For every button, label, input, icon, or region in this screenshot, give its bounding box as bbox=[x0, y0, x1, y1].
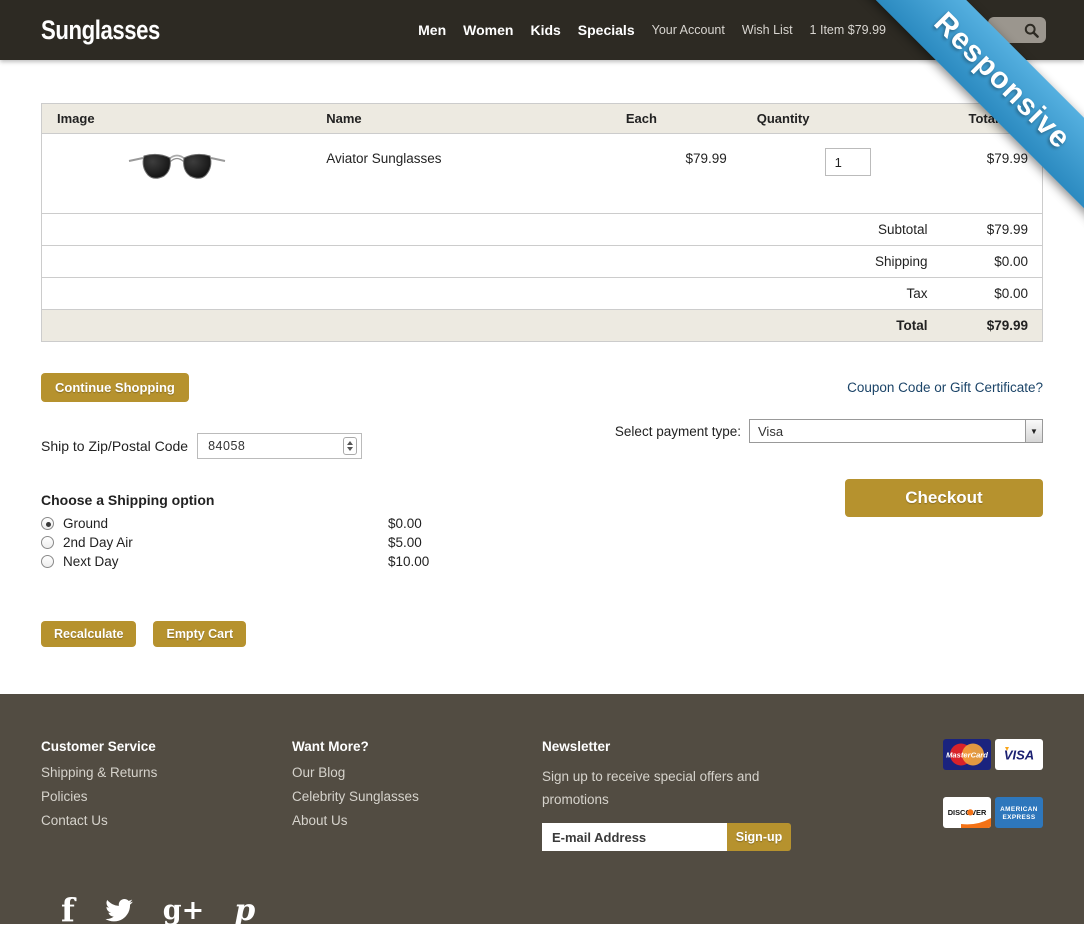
col-header-quantity: Quantity bbox=[741, 103, 954, 134]
svg-text:MasterCard: MasterCard bbox=[946, 751, 988, 760]
signup-button[interactable]: Sign-up bbox=[727, 823, 791, 851]
nav-item-wish-list[interactable]: Wish List bbox=[742, 23, 793, 37]
nav-item-men[interactable]: Men bbox=[418, 22, 446, 38]
item-each-price: $79.99 bbox=[610, 133, 742, 214]
product-name[interactable]: Aviator Sunglasses bbox=[311, 133, 611, 214]
footer: Customer Service Shipping & Returns Poli… bbox=[0, 694, 1084, 929]
summary-row-shipping: Shipping $0.00 bbox=[41, 245, 1043, 278]
col-header-name: Name bbox=[311, 103, 611, 134]
product-image-aviator-sunglasses[interactable] bbox=[127, 153, 227, 189]
shipping-options-title: Choose a Shipping option bbox=[41, 492, 215, 508]
cart-table: Image Name Each Quantity Total Aviator S… bbox=[41, 103, 1043, 342]
footer-heading: Want More? bbox=[292, 739, 369, 754]
shipping-option-price: $10.00 bbox=[388, 554, 430, 569]
payment-select[interactable]: Visa ▼ bbox=[749, 419, 1043, 443]
twitter-icon[interactable] bbox=[105, 898, 133, 922]
nav-item-specials[interactable]: Specials bbox=[578, 22, 635, 38]
footer-link-shipping-returns[interactable]: Shipping & Returns bbox=[41, 765, 292, 780]
radio-next-day[interactable] bbox=[41, 555, 54, 568]
payment-selected-value: Visa bbox=[758, 423, 784, 439]
radio-2nd-day-air[interactable] bbox=[41, 536, 54, 549]
chevron-down-icon: ▼ bbox=[1025, 420, 1042, 442]
nav-cart-summary[interactable]: 1 Item $79.99 bbox=[810, 23, 886, 37]
shipping-option-ground: Ground $0.00 bbox=[41, 514, 461, 533]
recalculate-button[interactable]: Recalculate bbox=[41, 621, 137, 647]
item-total-price: $79.99 bbox=[953, 133, 1043, 214]
summary-row-subtotal: Subtotal $79.99 bbox=[41, 213, 1043, 246]
summary-row-tax: Tax $0.00 bbox=[41, 277, 1043, 310]
footer-column-want-more: Want More? Our Blog Celebrity Sunglasses… bbox=[292, 739, 542, 851]
facebook-icon[interactable]: f bbox=[61, 891, 75, 929]
col-header-total: Total bbox=[953, 103, 1043, 134]
svg-text:VISA: VISA bbox=[1004, 748, 1034, 763]
brand-logo[interactable]: Sunglasses bbox=[41, 15, 160, 46]
mastercard-icon: MasterCard bbox=[943, 739, 991, 770]
col-header-each: Each bbox=[610, 103, 742, 134]
footer-link-about-us[interactable]: About Us bbox=[292, 813, 542, 828]
footer-link-our-blog[interactable]: Our Blog bbox=[292, 765, 542, 780]
social-icons: f g+ p bbox=[41, 891, 1043, 929]
shipping-label: Shipping bbox=[41, 245, 954, 278]
footer-link-celebrity-sunglasses[interactable]: Celebrity Sunglasses bbox=[292, 789, 542, 804]
stepper-up-icon bbox=[347, 441, 354, 445]
total-label: Total bbox=[41, 309, 954, 342]
nav-item-women[interactable]: Women bbox=[463, 22, 513, 38]
zip-label: Ship to Zip/Postal Code bbox=[41, 438, 189, 454]
shipping-option-label: Next Day bbox=[63, 554, 119, 569]
shipping-option-2nd-day-air: 2nd Day Air $5.00 bbox=[41, 533, 461, 552]
payment-label: Select payment type: bbox=[614, 423, 741, 439]
shipping-option-next-day: Next Day $10.00 bbox=[41, 552, 461, 571]
cart-item-row: Aviator Sunglasses $79.99 $79.99 bbox=[41, 133, 1043, 214]
coupon-link[interactable]: Coupon Code or Gift Certificate? bbox=[847, 380, 1043, 395]
nav-item-kids[interactable]: Kids bbox=[530, 22, 560, 38]
zip-stepper[interactable] bbox=[343, 437, 358, 455]
newsletter-text: Sign up to receive special offers and pr… bbox=[542, 769, 760, 807]
summary-row-total: Total $79.99 bbox=[41, 309, 1043, 342]
tax-label: Tax bbox=[41, 277, 954, 310]
shipping-option-price: $5.00 bbox=[388, 535, 422, 550]
quantity-input[interactable] bbox=[824, 148, 871, 176]
search-input[interactable] bbox=[988, 17, 1046, 43]
col-header-image: Image bbox=[41, 103, 312, 134]
discover-icon: DISCOVER bbox=[943, 797, 991, 828]
footer-column-customer-service: Customer Service Shipping & Returns Poli… bbox=[41, 739, 292, 851]
shipping-options: Choose a Shipping option Ground $0.00 2n… bbox=[41, 492, 461, 571]
main-nav: Men Women Kids Specials Your Account Wis… bbox=[418, 22, 886, 38]
shipping-value: $0.00 bbox=[953, 245, 1043, 278]
continue-shopping-button[interactable]: Continue Shopping bbox=[41, 373, 189, 402]
tax-value: $0.00 bbox=[953, 277, 1043, 310]
header: Sunglasses Men Women Kids Specials Your … bbox=[0, 0, 1084, 60]
zip-input[interactable] bbox=[197, 433, 363, 459]
subtotal-label: Subtotal bbox=[41, 213, 954, 246]
footer-column-newsletter: Newsletter Sign up to receive special of… bbox=[542, 739, 804, 851]
footer-link-policies[interactable]: Policies bbox=[41, 789, 292, 804]
total-value: $79.99 bbox=[953, 309, 1043, 342]
cart-page: Image Name Each Quantity Total Aviator S… bbox=[0, 103, 1084, 647]
cart-table-header-row: Image Name Each Quantity Total bbox=[41, 103, 1043, 134]
footer-link-contact-us[interactable]: Contact Us bbox=[41, 813, 292, 828]
footer-heading: Customer Service bbox=[41, 739, 156, 754]
email-field[interactable] bbox=[542, 823, 727, 851]
nav-item-your-account[interactable]: Your Account bbox=[652, 23, 725, 37]
newsletter-title: Newsletter bbox=[542, 739, 611, 754]
empty-cart-button[interactable]: Empty Cart bbox=[153, 621, 247, 647]
google-plus-icon[interactable]: g+ bbox=[163, 895, 205, 926]
subtotal-value: $79.99 bbox=[953, 213, 1043, 246]
svg-text:AMERICAN: AMERICAN bbox=[1000, 806, 1038, 813]
radio-ground[interactable] bbox=[41, 517, 54, 530]
shipping-option-label: 2nd Day Air bbox=[63, 535, 133, 550]
pinterest-icon[interactable]: p bbox=[234, 893, 255, 928]
search-icon bbox=[1024, 23, 1039, 38]
stepper-down-icon bbox=[347, 447, 354, 451]
checkout-button[interactable]: Checkout bbox=[845, 479, 1043, 517]
amex-icon: AMERICAN EXPRESS bbox=[995, 797, 1043, 828]
shipping-option-price: $0.00 bbox=[388, 516, 422, 531]
shipping-option-label: Ground bbox=[63, 516, 109, 531]
svg-text:EXPRESS: EXPRESS bbox=[1003, 814, 1036, 821]
visa-icon: VISA bbox=[995, 739, 1043, 770]
payment-card-icons: MasterCard VISA DISCOVER AMERICAN EXPRES… bbox=[943, 739, 1043, 851]
